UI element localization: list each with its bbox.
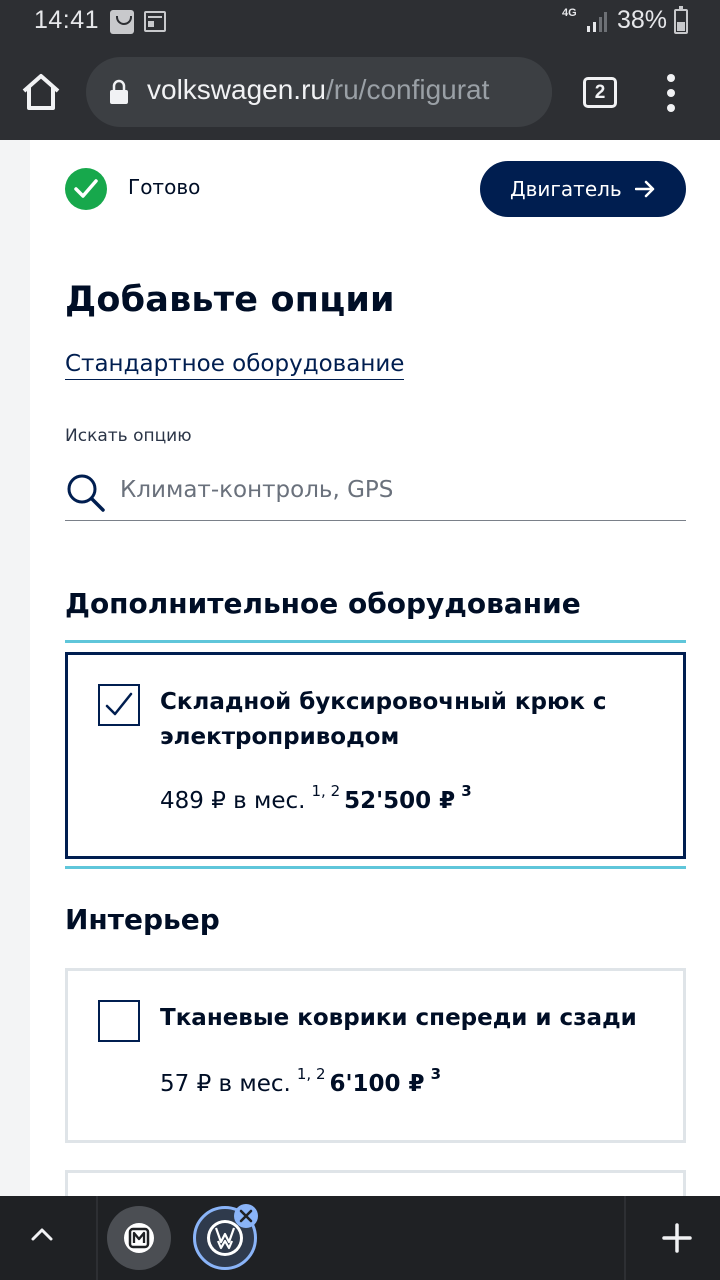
done-label: Готово: [128, 175, 201, 199]
page-left-gutter: [0, 140, 30, 1196]
section-divider: [65, 640, 686, 643]
footnote-ref[interactable]: 3: [461, 782, 471, 800]
page-title: Добавьте опции: [65, 280, 395, 320]
m-app-icon: [124, 1223, 154, 1253]
url-host: volkswagen.ru: [147, 74, 326, 105]
option-checkbox-unchecked[interactable]: [98, 1000, 140, 1042]
section-divider: [65, 866, 686, 869]
network-type: 4G: [562, 7, 577, 19]
next-step-button[interactable]: Двигатель: [480, 161, 686, 217]
battery-icon: [674, 6, 688, 34]
standard-equipment-link[interactable]: Стандартное оборудование: [65, 351, 405, 380]
done-check-icon: [65, 168, 107, 210]
lock-icon: [110, 79, 128, 104]
overflow-menu-icon[interactable]: [656, 74, 686, 112]
section-title-extra-equipment: Дополнительное оборудование: [65, 587, 581, 620]
chevron-up-icon[interactable]: [28, 1224, 56, 1244]
option-card-floor-mats[interactable]: Тканевые коврики спереди и сзади 57 ₽ в …: [65, 968, 686, 1143]
url-fade: [522, 57, 552, 127]
next-step-label: Двигатель: [510, 177, 622, 201]
option-search-input[interactable]: [120, 470, 680, 510]
total-price: 52'500 ₽: [344, 788, 456, 814]
option-price: 57 ₽ в мес. 1, 2 6'100 ₽ 3: [160, 1065, 441, 1097]
footnote-ref[interactable]: 3: [431, 1065, 441, 1083]
notification-icon: [110, 10, 134, 34]
footnote-ref[interactable]: 1, 2: [311, 782, 340, 800]
plus-icon[interactable]: [660, 1221, 694, 1255]
signal-icon: [587, 12, 607, 32]
option-title: Складной буксировочный крюк с электропри…: [160, 689, 607, 750]
tab-strip: [0, 1196, 720, 1280]
page-content: Готово Двигатель Добавьте опции Стандарт…: [0, 140, 720, 1196]
battery-percent: 38%: [617, 6, 668, 34]
status-bar: 14:41 4G 38%: [0, 0, 720, 44]
option-checkbox-checked[interactable]: [98, 684, 140, 726]
close-tab-icon[interactable]: [234, 1204, 258, 1228]
tab-strip-divider: [96, 1196, 98, 1280]
browser-toolbar: volkswagen.ru/ru/configurat 2: [0, 44, 720, 140]
section-title-interior: Интерьер: [65, 903, 220, 936]
home-icon[interactable]: [18, 69, 64, 115]
search-icon: [67, 474, 105, 512]
checkmark-icon: [105, 692, 133, 716]
tab-strip-divider: [624, 1196, 626, 1280]
option-title: Тканевые коврики спереди и сзади: [160, 1005, 637, 1031]
option-card-partial[interactable]: [65, 1170, 686, 1196]
search-underline: [65, 520, 686, 521]
calendar-icon: [144, 11, 166, 32]
url-path: /ru/configurat: [325, 74, 490, 105]
monthly-price: 489 ₽ в мес.: [160, 788, 306, 814]
search-label: Искать опцию: [65, 426, 192, 446]
total-price: 6'100 ₽: [329, 1071, 425, 1097]
arrow-right-icon: [635, 180, 655, 198]
option-price: 489 ₽ в мес. 1, 2 52'500 ₽ 3: [160, 782, 472, 814]
address-bar[interactable]: volkswagen.ru/ru/configurat: [86, 57, 552, 127]
url-text: volkswagen.ru/ru/configurat: [147, 74, 489, 106]
status-time: 14:41: [34, 6, 100, 34]
tab-switcher-button[interactable]: 2: [583, 77, 617, 108]
tab-m-app[interactable]: [107, 1206, 171, 1270]
footnote-ref[interactable]: 1, 2: [297, 1065, 326, 1083]
option-card-tow-hook[interactable]: Складной буксировочный крюк с электропри…: [65, 652, 686, 859]
monthly-price: 57 ₽ в мес.: [160, 1071, 291, 1097]
